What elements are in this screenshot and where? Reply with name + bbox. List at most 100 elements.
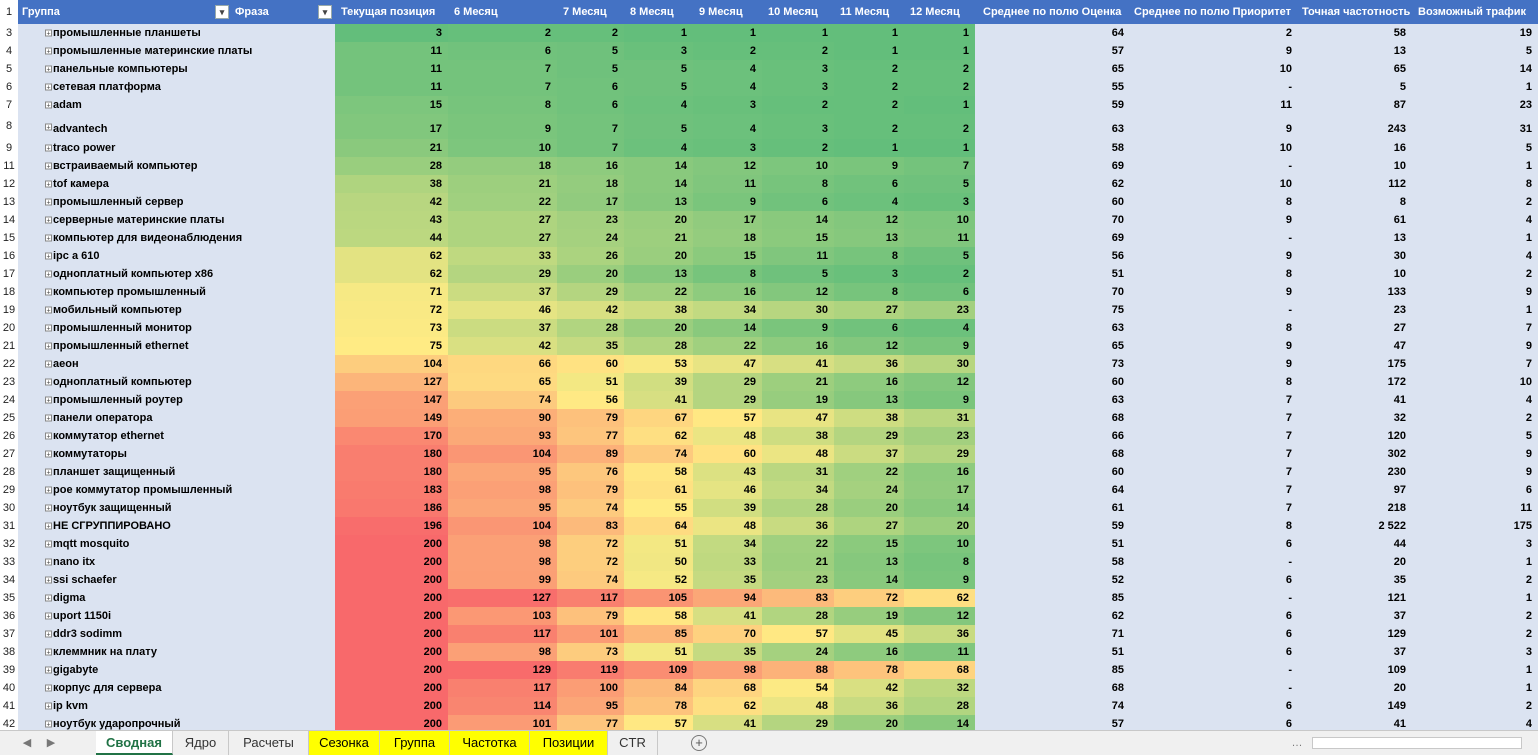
row-number[interactable]: 24 xyxy=(0,391,18,409)
possible-traffic-cell[interactable]: 1 xyxy=(1412,78,1538,96)
exact-frequency-cell[interactable]: 149 xyxy=(1298,697,1412,715)
month-6-cell[interactable]: 65 xyxy=(448,373,557,391)
avg-priority-cell[interactable]: 6 xyxy=(1130,643,1298,661)
exact-frequency-cell[interactable]: 133 xyxy=(1298,283,1412,301)
group-cell[interactable]: + nano itx xyxy=(18,553,335,571)
exact-frequency-cell[interactable]: 121 xyxy=(1298,589,1412,607)
month-7-cell[interactable]: 23 xyxy=(557,211,624,229)
month-12-cell[interactable]: 5 xyxy=(904,175,975,193)
expand-icon[interactable]: + xyxy=(45,414,52,423)
exact-frequency-cell[interactable]: 97 xyxy=(1298,481,1412,499)
month-7-cell[interactable]: 7 xyxy=(557,114,624,139)
month-7-cell[interactable]: 35 xyxy=(557,337,624,355)
month-8-cell[interactable]: 21 xyxy=(624,229,693,247)
current-position-cell[interactable]: 38 xyxy=(335,175,448,193)
expand-icon[interactable]: + xyxy=(45,666,52,675)
month-8-cell[interactable]: 64 xyxy=(624,517,693,535)
month-10-cell[interactable]: 48 xyxy=(762,445,834,463)
expand-icon[interactable]: + xyxy=(45,648,52,657)
group-cell[interactable]: + коммутатор ethernet xyxy=(18,427,335,445)
avg-priority-cell[interactable]: 6 xyxy=(1130,715,1298,730)
month-6-cell[interactable]: 2 xyxy=(448,24,557,42)
avg-score-cell[interactable]: 71 xyxy=(975,625,1130,643)
possible-traffic-cell[interactable]: 4 xyxy=(1412,211,1538,229)
row-number[interactable]: 40 xyxy=(0,679,18,697)
month-7-cell[interactable]: 74 xyxy=(557,571,624,589)
month-7-cell[interactable]: 74 xyxy=(557,499,624,517)
month-10-cell[interactable]: 24 xyxy=(762,643,834,661)
exact-frequency-cell[interactable]: 58 xyxy=(1298,24,1412,42)
current-position-cell[interactable]: 200 xyxy=(335,661,448,679)
month-11-cell[interactable]: 6 xyxy=(834,175,904,193)
possible-traffic-cell[interactable]: 23 xyxy=(1412,96,1538,114)
month-12-cell[interactable]: 2 xyxy=(904,114,975,139)
month-10-cell[interactable]: 31 xyxy=(762,463,834,481)
month-7-cell[interactable]: 72 xyxy=(557,535,624,553)
month-12-cell[interactable]: 29 xyxy=(904,445,975,463)
row-number[interactable]: 7 xyxy=(0,96,18,114)
current-position-cell[interactable]: 200 xyxy=(335,625,448,643)
month-10-cell[interactable]: 30 xyxy=(762,301,834,319)
row-number[interactable]: 15 xyxy=(0,229,18,247)
avg-score-cell[interactable]: 70 xyxy=(975,211,1130,229)
month-11-cell[interactable]: 1 xyxy=(834,42,904,60)
month-9-cell[interactable]: 41 xyxy=(693,715,762,730)
avg-priority-cell[interactable]: 9 xyxy=(1130,211,1298,229)
group-cell[interactable]: + uport 1150i xyxy=(18,607,335,625)
exact-frequency-cell[interactable]: 175 xyxy=(1298,355,1412,373)
month-7-cell[interactable]: 28 xyxy=(557,319,624,337)
month-11-cell[interactable]: 19 xyxy=(834,607,904,625)
avg-priority-cell[interactable]: - xyxy=(1130,301,1298,319)
month-7-cell[interactable]: 77 xyxy=(557,715,624,730)
group-cell[interactable]: + мобильный компьютер xyxy=(18,301,335,319)
group-cell[interactable]: + ddr3 sodimm xyxy=(18,625,335,643)
more-options-icon[interactable]: … xyxy=(1288,734,1306,752)
group-cell[interactable]: + tof камера xyxy=(18,175,335,193)
group-cell[interactable]: + компьютер для видеонаблюдения xyxy=(18,229,335,247)
avg-score-cell[interactable]: 73 xyxy=(975,355,1130,373)
group-cell[interactable]: + планшет защищенный xyxy=(18,463,335,481)
month-6-cell[interactable]: 98 xyxy=(448,643,557,661)
exact-frequency-cell[interactable]: 23 xyxy=(1298,301,1412,319)
month-10-cell[interactable]: 16 xyxy=(762,337,834,355)
avg-score-cell[interactable]: 61 xyxy=(975,499,1130,517)
exact-frequency-cell[interactable]: 10 xyxy=(1298,157,1412,175)
expand-icon[interactable]: + xyxy=(45,630,52,639)
current-position-cell[interactable]: 62 xyxy=(335,247,448,265)
month-9-cell[interactable]: 35 xyxy=(693,571,762,589)
avg-score-cell[interactable]: 62 xyxy=(975,175,1130,193)
month-12-cell[interactable]: 1 xyxy=(904,139,975,157)
avg-priority-cell[interactable]: - xyxy=(1130,679,1298,697)
month-8-cell[interactable]: 58 xyxy=(624,607,693,625)
row-number[interactable]: 36 xyxy=(0,607,18,625)
avg-score-cell[interactable]: 70 xyxy=(975,283,1130,301)
exact-frequency-cell[interactable]: 10 xyxy=(1298,265,1412,283)
month-9-cell[interactable]: 70 xyxy=(693,625,762,643)
possible-traffic-cell[interactable]: 9 xyxy=(1412,463,1538,481)
exact-frequency-cell[interactable]: 37 xyxy=(1298,643,1412,661)
row-number[interactable]: 38 xyxy=(0,643,18,661)
header-current-position[interactable]: Текущая позиция xyxy=(335,0,448,24)
month-12-cell[interactable]: 31 xyxy=(904,409,975,427)
month-6-cell[interactable]: 22 xyxy=(448,193,557,211)
expand-icon[interactable]: + xyxy=(45,216,52,225)
possible-traffic-cell[interactable]: 9 xyxy=(1412,445,1538,463)
month-8-cell[interactable]: 20 xyxy=(624,319,693,337)
expand-icon[interactable]: + xyxy=(45,504,52,513)
month-9-cell[interactable]: 34 xyxy=(693,535,762,553)
filter-dropdown-icon[interactable]: ▾ xyxy=(318,5,332,19)
month-10-cell[interactable]: 38 xyxy=(762,427,834,445)
avg-score-cell[interactable]: 68 xyxy=(975,409,1130,427)
month-11-cell[interactable]: 15 xyxy=(834,535,904,553)
month-6-cell[interactable]: 98 xyxy=(448,553,557,571)
row-number[interactable]: 29 xyxy=(0,481,18,499)
month-12-cell[interactable]: 10 xyxy=(904,211,975,229)
header-month-6[interactable]: 6 Месяц xyxy=(448,0,557,24)
avg-priority-cell[interactable]: 7 xyxy=(1130,427,1298,445)
avg-priority-cell[interactable]: 6 xyxy=(1130,607,1298,625)
current-position-cell[interactable]: 147 xyxy=(335,391,448,409)
month-9-cell[interactable]: 43 xyxy=(693,463,762,481)
month-7-cell[interactable]: 29 xyxy=(557,283,624,301)
avg-score-cell[interactable]: 85 xyxy=(975,661,1130,679)
month-7-cell[interactable]: 76 xyxy=(557,463,624,481)
